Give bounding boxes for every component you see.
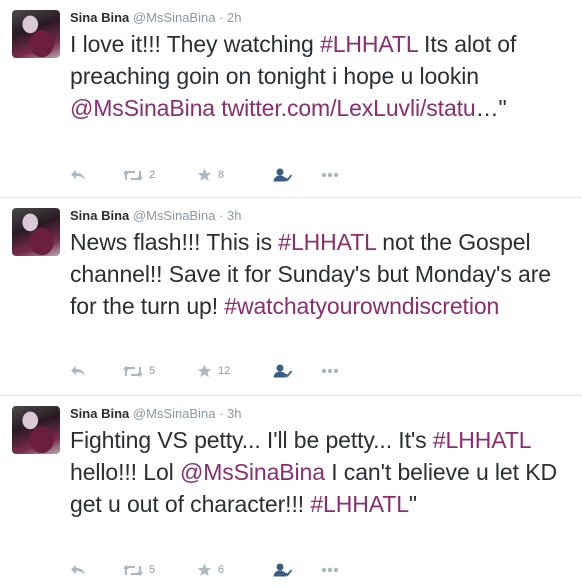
- more-dots-icon: [321, 368, 339, 374]
- reply-button[interactable]: [70, 169, 86, 181]
- tweet-header: Sina Bina @MsSinaBina · 3h: [70, 207, 242, 225]
- retweet-button[interactable]: 2: [123, 169, 155, 182]
- tweet-text: Fighting VS petty... I'll be petty... It…: [70, 424, 575, 520]
- hashtag-link[interactable]: #LHHATL: [310, 491, 409, 517]
- author-handle[interactable]: @MsSinaBina: [133, 406, 216, 421]
- timestamp[interactable]: 3h: [227, 406, 241, 421]
- hashtag-link[interactable]: #LHHATL: [433, 427, 531, 453]
- follow-user-icon: [273, 563, 293, 577]
- follow-button[interactable]: [273, 364, 293, 378]
- mention-link[interactable]: @MsSinaBina: [180, 459, 325, 485]
- timestamp[interactable]: 2h: [227, 10, 241, 25]
- separator-dot: ·: [219, 10, 224, 25]
- tweet[interactable]: Sina Bina @MsSinaBina · 2h I love it!!! …: [0, 0, 582, 198]
- follow-user-icon: [273, 364, 293, 378]
- tweet-text-segment: …": [475, 95, 507, 121]
- favorite-button[interactable]: 8: [197, 168, 224, 182]
- avatar[interactable]: [12, 10, 60, 58]
- tweet-header: Sina Bina @MsSinaBina · 2h: [70, 9, 242, 27]
- retweet-button[interactable]: 5: [123, 365, 155, 378]
- tweet-text: I love it!!! They watching #LHHATL Its a…: [70, 28, 575, 124]
- separator-dot: ·: [219, 406, 224, 421]
- retweet-icon: [123, 365, 143, 377]
- hashtag-link[interactable]: #watchatyourowndiscretion: [224, 293, 499, 319]
- reply-icon: [71, 565, 85, 575]
- tweet-text-segment: ": [408, 491, 417, 517]
- tweet-text-segment: Fighting VS petty... I'll be petty... It…: [70, 427, 433, 453]
- tweet-text-segment: News flash!!! This is: [70, 229, 279, 255]
- tweet[interactable]: Sina Bina @MsSinaBina · 3h News flash!!!…: [0, 198, 582, 396]
- more-button[interactable]: [321, 368, 339, 374]
- retweet-count: 5: [149, 564, 156, 576]
- follow-button[interactable]: [273, 563, 293, 577]
- more-button[interactable]: [321, 172, 339, 178]
- reply-icon: [71, 170, 85, 180]
- avatar[interactable]: [12, 406, 60, 454]
- tweet-text-segment: hello!!! Lol: [70, 459, 180, 485]
- separator-dot: ·: [219, 208, 224, 223]
- favorite-button[interactable]: 6: [197, 563, 224, 577]
- tweet-text: News flash!!! This is #LHHATL not the Go…: [70, 226, 575, 322]
- timestamp[interactable]: 3h: [227, 208, 241, 223]
- star-icon: [197, 364, 212, 377]
- favorite-button[interactable]: 12: [197, 364, 230, 378]
- author-handle[interactable]: @MsSinaBina: [133, 208, 216, 223]
- reply-button[interactable]: [70, 564, 86, 576]
- star-icon: [197, 563, 212, 576]
- author-name[interactable]: Sina Bina: [70, 406, 129, 421]
- follow-user-icon: [273, 168, 293, 182]
- reply-button[interactable]: [70, 365, 86, 377]
- favorite-count: 8: [218, 169, 225, 181]
- tweet-text-segment: I love it!!! They watching: [70, 31, 320, 57]
- reply-icon: [71, 366, 85, 376]
- favorite-count: 6: [218, 564, 225, 576]
- tweet-header: Sina Bina @MsSinaBina · 3h: [70, 405, 242, 423]
- mention-link[interactable]: @MsSinaBina: [70, 95, 215, 121]
- follow-button[interactable]: [273, 168, 293, 182]
- star-icon: [197, 168, 212, 181]
- retweet-icon: [123, 564, 143, 576]
- tweet[interactable]: Sina Bina @MsSinaBina · 3h Fighting VS p…: [0, 396, 582, 587]
- hashtag-link[interactable]: #LHHATL: [320, 31, 418, 57]
- more-dots-icon: [321, 567, 339, 573]
- hashtag-link[interactable]: #LHHATL: [278, 229, 376, 255]
- more-dots-icon: [321, 172, 339, 178]
- avatar[interactable]: [12, 208, 60, 256]
- retweet-count: 2: [149, 169, 156, 181]
- more-button[interactable]: [321, 567, 339, 573]
- url-link[interactable]: twitter.com/LexLuvli/statu: [221, 95, 475, 121]
- favorite-count: 12: [218, 365, 231, 377]
- retweet-button[interactable]: 5: [123, 564, 155, 577]
- retweet-count: 5: [149, 365, 156, 377]
- retweet-icon: [123, 169, 143, 181]
- author-handle[interactable]: @MsSinaBina: [133, 10, 216, 25]
- author-name[interactable]: Sina Bina: [70, 208, 129, 223]
- author-name[interactable]: Sina Bina: [70, 10, 129, 25]
